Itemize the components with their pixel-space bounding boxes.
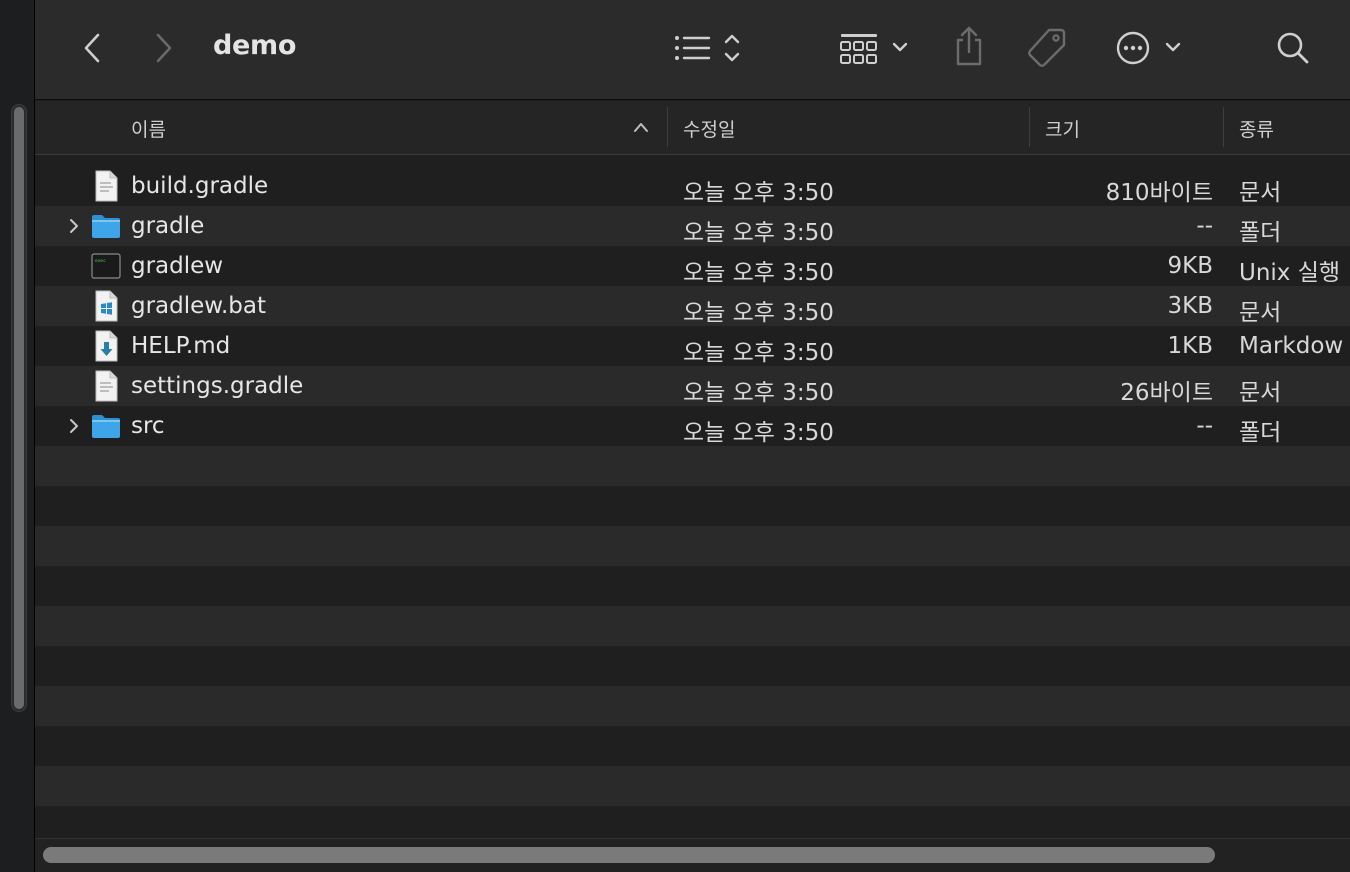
window-title: demo (213, 30, 297, 61)
background-vertical-scrollbar[interactable] (11, 104, 27, 712)
scrollbar-thumb[interactable] (43, 847, 1215, 863)
file-name: src (131, 413, 165, 439)
empty-row (35, 766, 1350, 806)
file-date: 오늘 오후 3:50 (683, 180, 834, 206)
file-kind: 문서 (1239, 300, 1282, 326)
windows-doc-icon (95, 290, 118, 322)
file-name: build.gradle (131, 173, 269, 199)
column-header: 이름 수정일 크기 종류 (35, 101, 1350, 155)
column-divider[interactable] (667, 107, 668, 147)
chevron-left-icon (84, 33, 100, 63)
disclosure-triangle-icon[interactable] (67, 417, 81, 435)
file-date: 오늘 오후 3:50 (683, 220, 834, 246)
empty-row (35, 646, 1350, 686)
share-button[interactable] (951, 24, 987, 70)
list-view-icon (675, 34, 740, 62)
file-list: build.gradle 오늘 오후 3:50 810바이트 문서 gradle… (35, 166, 1350, 806)
file-name: gradlew (131, 253, 224, 279)
finder-window: demo 이름 수정일 크기 종류 build.gradle 오늘 오후 3:5… (34, 0, 1350, 872)
ellipsis-circle-icon (1116, 31, 1181, 65)
file-date: 오늘 오후 3:50 (683, 300, 834, 326)
folder-icon (92, 415, 120, 438)
file-kind: 문서 (1239, 380, 1282, 406)
terminal-exec-icon: exec (91, 253, 121, 279)
column-divider[interactable] (1223, 107, 1224, 147)
disclosure-triangle-icon[interactable] (67, 217, 81, 235)
file-row[interactable]: HELP.md 오늘 오후 3:50 1KB Markdow (35, 326, 1350, 366)
markdown-doc-icon (95, 330, 118, 362)
file-row[interactable]: settings.gradle 오늘 오후 3:50 26바이트 문서 (35, 366, 1350, 406)
column-divider[interactable] (1029, 107, 1030, 147)
share-icon (956, 26, 982, 66)
file-kind: 폴더 (1239, 420, 1282, 446)
file-size: -- (1196, 213, 1213, 239)
sort-ascending-icon[interactable] (633, 121, 649, 133)
background-window-edge (0, 0, 34, 872)
file-size: 1KB (1167, 333, 1214, 359)
file-kind: Markdow (1239, 333, 1344, 359)
file-row[interactable]: exec gradlew 오늘 오후 3:50 9KB Unix 실행 (35, 246, 1350, 286)
file-size: 26바이트 (1120, 380, 1213, 406)
empty-row (35, 606, 1350, 646)
file-name: gradle (131, 213, 205, 239)
file-kind: Unix 실행 (1239, 260, 1341, 286)
document-icon (95, 370, 118, 402)
view-mode-button[interactable] (671, 28, 747, 68)
group-grid-icon (840, 34, 908, 64)
file-size: 3KB (1167, 293, 1214, 319)
file-row[interactable]: src 오늘 오후 3:50 -- 폴더 (35, 406, 1350, 446)
file-row[interactable]: build.gradle 오늘 오후 3:50 810바이트 문서 (35, 166, 1350, 206)
column-kind-header[interactable]: 종류 (1239, 115, 1274, 142)
folder-icon (92, 215, 120, 238)
empty-row (35, 566, 1350, 606)
column-size-header[interactable]: 크기 (1045, 115, 1080, 142)
toolbar: demo (35, 0, 1350, 100)
scrollbar-thumb[interactable] (14, 107, 24, 709)
group-button[interactable] (837, 28, 911, 68)
column-name-header[interactable]: 이름 (131, 115, 166, 142)
file-row[interactable]: gradle 오늘 오후 3:50 -- 폴더 (35, 206, 1350, 246)
more-actions-button[interactable] (1113, 28, 1185, 68)
document-icon (95, 170, 118, 202)
back-button[interactable] (77, 30, 107, 66)
column-date-header[interactable]: 수정일 (683, 115, 735, 142)
file-date: 오늘 오후 3:50 (683, 340, 834, 366)
empty-row (35, 686, 1350, 726)
file-date: 오늘 오후 3:50 (683, 420, 834, 446)
search-button[interactable] (1273, 28, 1313, 68)
chevron-right-icon (156, 33, 172, 63)
empty-row (35, 526, 1350, 566)
file-kind: 폴더 (1239, 220, 1282, 246)
file-name: settings.gradle (131, 373, 304, 399)
empty-row (35, 446, 1350, 486)
file-date: 오늘 오후 3:50 (683, 380, 834, 406)
tag-icon (1028, 28, 1066, 67)
file-size: 810바이트 (1105, 180, 1213, 206)
empty-row (35, 486, 1350, 526)
file-name: HELP.md (131, 333, 231, 359)
file-date: 오늘 오후 3:50 (683, 260, 834, 286)
tag-button[interactable] (1025, 24, 1069, 70)
file-row[interactable]: gradlew.bat 오늘 오후 3:50 3KB 문서 (35, 286, 1350, 326)
horizontal-scrollbar[interactable] (35, 838, 1350, 872)
file-size: 9KB (1167, 253, 1214, 279)
file-name: gradlew.bat (131, 293, 267, 319)
search-icon (1277, 32, 1309, 64)
empty-row (35, 726, 1350, 766)
svg-text:exec: exec (95, 259, 106, 264)
file-size: -- (1196, 413, 1213, 439)
forward-button[interactable] (149, 30, 179, 66)
file-kind: 문서 (1239, 180, 1282, 206)
